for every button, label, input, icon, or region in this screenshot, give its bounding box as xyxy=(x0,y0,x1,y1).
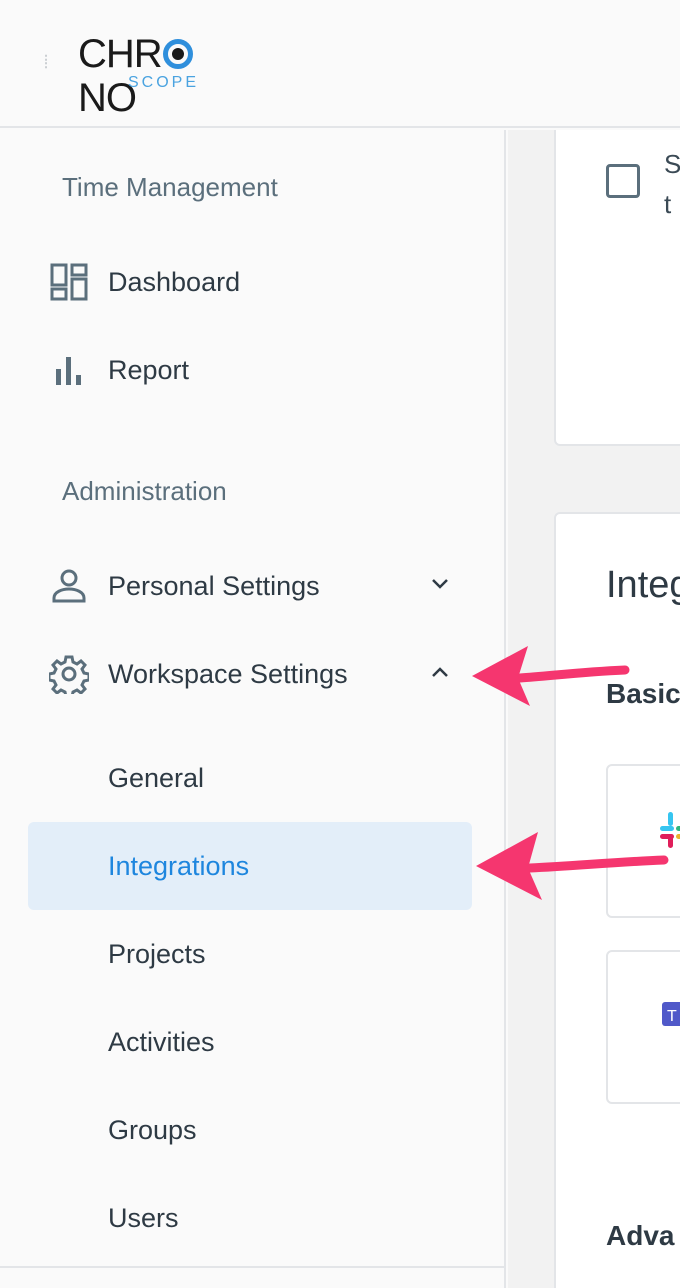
sidebar-subitem-integrations[interactable]: Integrations xyxy=(28,822,472,910)
bar-chart-icon xyxy=(48,349,90,391)
sidebar-subitem-users[interactable]: Users xyxy=(28,1174,472,1262)
sidebar-subitem-groups[interactable]: Groups xyxy=(28,1086,472,1174)
chevron-up-icon[interactable] xyxy=(428,660,452,684)
sidebar-subitem-activities[interactable]: Activities xyxy=(28,998,472,1086)
sidebar-item-report[interactable]: Report xyxy=(28,326,472,414)
sidebar-subitem-label: General xyxy=(108,762,205,793)
sidebar-item-label: Personal Settings xyxy=(108,570,320,601)
sidebar-subitem-label: Groups xyxy=(108,1114,197,1145)
logo-subtitle: SCOPE xyxy=(128,74,200,91)
app-header: ⦙ CHRNO SCOPE xyxy=(0,0,680,128)
section-title-time-management: Time Management xyxy=(62,172,278,202)
sidebar: Time Management Dashboard Report Adminis… xyxy=(0,130,506,1288)
chronoscope-logo[interactable]: CHRNO SCOPE xyxy=(78,30,248,120)
sidebar-item-label: Report xyxy=(108,354,190,385)
teams-icon: T xyxy=(660,996,680,1041)
setting-checkbox[interactable] xyxy=(606,164,640,198)
integrations-heading: Integ xyxy=(606,564,680,606)
sidebar-subitem-label: Activities xyxy=(108,1026,215,1057)
sidebar-subitem-general[interactable]: General xyxy=(28,734,472,822)
svg-text:T: T xyxy=(667,1008,677,1025)
gear-icon xyxy=(48,653,90,695)
logo-o-ring xyxy=(162,39,193,69)
annotation-arrow-workspace-settings xyxy=(472,646,630,706)
dashboard-icon xyxy=(48,261,90,303)
sidebar-subitem-label: Projects xyxy=(108,938,206,969)
chevron-down-icon[interactable] xyxy=(428,572,452,596)
sidebar-item-label: Dashboard xyxy=(108,266,241,297)
sidebar-item-label: Workspace Settings xyxy=(108,658,348,689)
annotation-arrow-integrations xyxy=(476,832,669,900)
advanced-heading: Adva xyxy=(606,1220,675,1251)
sidebar-subitem-projects[interactable]: Projects xyxy=(28,910,472,998)
sidebar-divider xyxy=(0,1266,504,1268)
person-icon xyxy=(48,565,90,607)
sidebar-item-workspace-settings[interactable]: Workspace Settings xyxy=(28,630,472,718)
sidebar-item-personal-settings[interactable]: Personal Settings xyxy=(28,542,472,630)
section-title-administration: Administration xyxy=(62,476,227,506)
sidebar-item-dashboard[interactable]: Dashboard xyxy=(28,238,472,326)
hamburger-icon[interactable]: ⦙ xyxy=(44,52,58,72)
sidebar-subitem-label: Users xyxy=(108,1202,179,1233)
sidebar-subitem-label: Integrations xyxy=(108,850,250,881)
checkbox-label: S t xyxy=(664,149,680,219)
settings-card: S t xyxy=(554,130,680,446)
integration-tile-teams[interactable]: T xyxy=(606,950,680,1104)
